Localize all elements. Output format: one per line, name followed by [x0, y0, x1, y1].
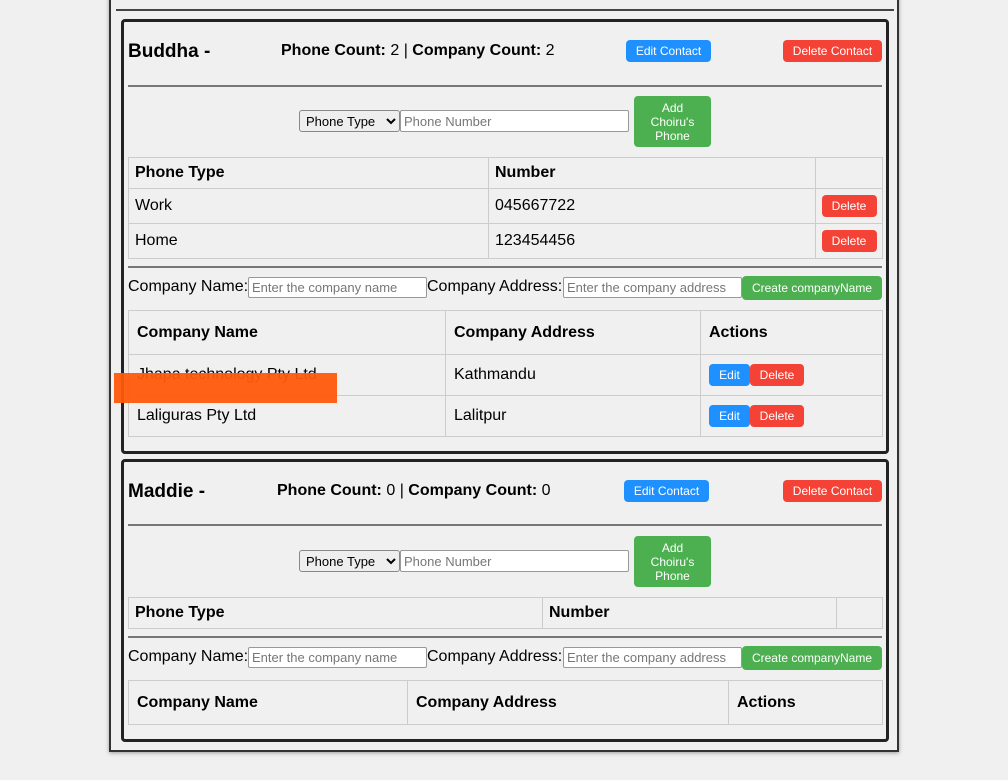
divider [128, 636, 882, 638]
company-address-input[interactable] [563, 277, 742, 298]
actions-cell: Delete [815, 188, 883, 224]
table-header-row: Phone Type Number [128, 157, 883, 189]
company-address-input[interactable] [563, 647, 742, 668]
actions-cell: Edit Delete [700, 354, 883, 396]
phone-type-cell: Home [128, 223, 489, 259]
column-header: Number [488, 157, 816, 189]
add-phone-button[interactable]: Add Choiru's Phone [634, 536, 711, 587]
contact-name: Buddha - [128, 41, 211, 62]
company-table: Company Name Company Address Actions [128, 680, 883, 725]
edit-contact-button[interactable]: Edit Contact [626, 40, 711, 62]
phone-number-input[interactable] [400, 110, 629, 132]
phone-count-label: Phone Count: [277, 482, 382, 499]
column-header: Company Address [445, 310, 701, 355]
contact-counts: Phone Count: 0 | Company Count: 0 [277, 482, 551, 500]
phone-count-label: Phone Count: [281, 42, 386, 59]
actions-cell: Edit Delete [700, 395, 883, 437]
contact-counts: Phone Count: 2 | Company Count: 2 [281, 42, 555, 60]
column-header: Company Name [128, 310, 446, 355]
table-header-row: Company Name Company Address Actions [128, 310, 883, 355]
divider [128, 524, 882, 526]
company-name-input[interactable] [248, 647, 427, 668]
count-separator: | [403, 42, 408, 59]
phone-count: 2 [390, 42, 400, 59]
divider [128, 266, 882, 268]
column-header: Company Address [407, 680, 729, 725]
company-address-label: Company Address: [427, 278, 563, 295]
phone-type-select[interactable]: Phone Type [299, 110, 400, 132]
column-header: Company Name [128, 680, 408, 725]
create-company-button[interactable]: Create companyName [742, 646, 882, 670]
company-address-label: Company Address: [427, 648, 563, 665]
column-header: Actions [728, 680, 883, 725]
phone-number-cell: 123454456 [488, 223, 816, 259]
edit-contact-button[interactable]: Edit Contact [624, 480, 709, 502]
column-header [836, 597, 883, 629]
edit-company-button[interactable]: Edit [709, 364, 750, 386]
phone-count: 0 [386, 482, 396, 499]
column-header: Actions [700, 310, 883, 355]
delete-contact-button[interactable]: Delete Contact [783, 40, 882, 62]
phone-number-cell: 045667722 [488, 188, 816, 224]
delete-phone-button[interactable]: Delete [821, 195, 877, 217]
actions-cell: Delete [815, 223, 883, 259]
top-divider [116, 9, 894, 11]
phone-type-cell: Work [128, 188, 489, 224]
count-separator: | [399, 482, 404, 499]
column-header: Phone Type [128, 597, 543, 629]
company-address-cell: Kathmandu [445, 354, 701, 396]
phone-type-select[interactable]: Phone Type [299, 550, 400, 572]
company-name-label: Company Name: [128, 648, 249, 665]
column-header: Phone Type [128, 157, 489, 189]
delete-company-button[interactable]: Delete [750, 364, 804, 386]
company-address-cell: Lalitpur [445, 395, 701, 437]
company-count: 0 [541, 482, 551, 499]
create-company-button[interactable]: Create companyName [742, 276, 882, 300]
add-phone-button[interactable]: Add Choiru's Phone [634, 96, 711, 147]
table-row: Home 123454456 Delete [128, 223, 883, 259]
company-name-label: Company Name: [128, 278, 249, 295]
phone-table: Phone Type Number Work 045667722 Delete … [128, 157, 883, 259]
redaction-mark [114, 373, 337, 403]
edit-company-button[interactable]: Edit [709, 405, 750, 427]
divider [128, 85, 882, 87]
delete-company-button[interactable]: Delete [750, 405, 804, 427]
company-name-input[interactable] [248, 277, 427, 298]
delete-contact-button[interactable]: Delete Contact [783, 480, 882, 502]
company-count-label: Company Count: [412, 42, 542, 59]
column-header [815, 157, 883, 189]
column-header: Number [542, 597, 837, 629]
delete-phone-button[interactable]: Delete [821, 230, 877, 252]
table-header-row: Phone Type Number [128, 597, 883, 629]
contact-name: Maddie - [128, 481, 206, 502]
phone-number-input[interactable] [400, 550, 629, 572]
table-row: Work 045667722 Delete [128, 188, 883, 224]
table-header-row: Company Name Company Address Actions [128, 680, 883, 725]
company-count: 2 [545, 42, 555, 59]
phone-table: Phone Type Number [128, 597, 883, 629]
company-count-label: Company Count: [408, 482, 538, 499]
